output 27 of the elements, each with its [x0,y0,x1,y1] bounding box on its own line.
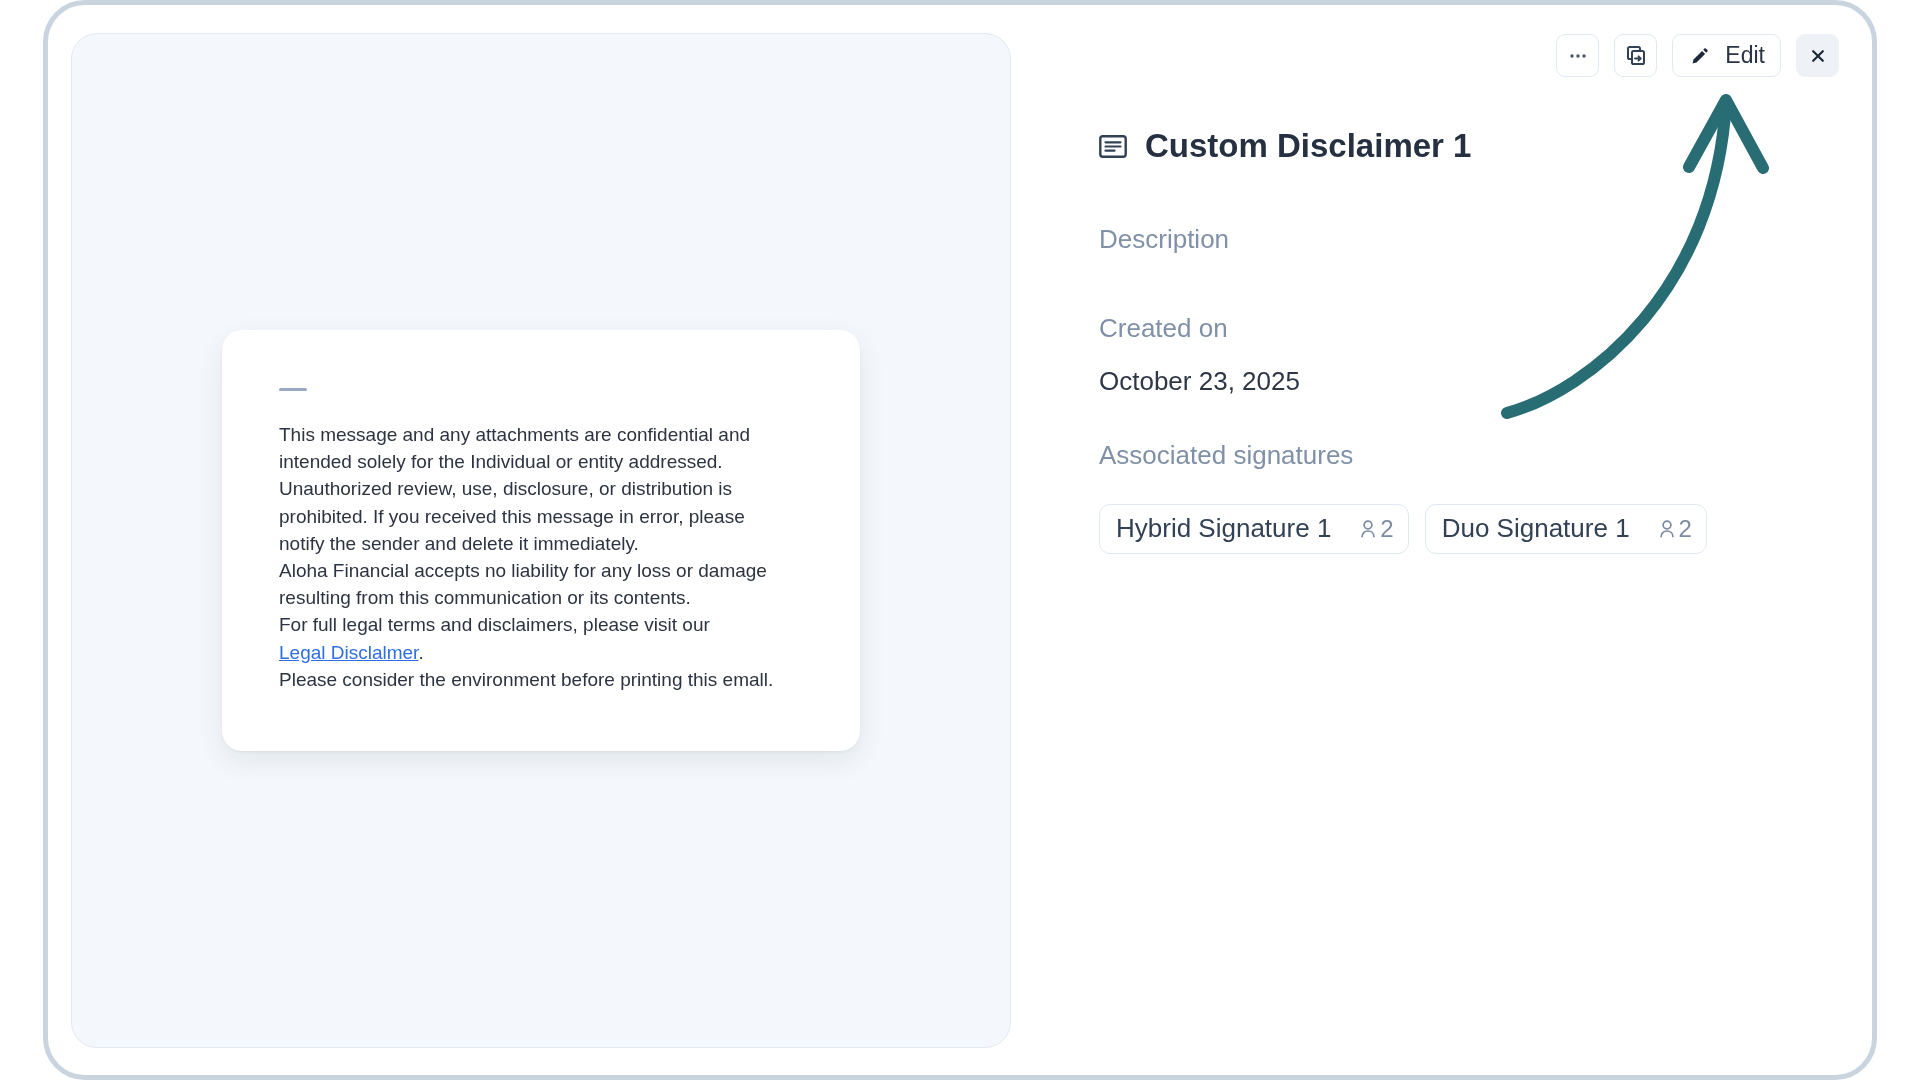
member-count: 2 [1380,514,1394,544]
ellipsis-icon [1569,53,1586,58]
disclaimer-paragraph: Please consider the environment before printing this emall. [279,667,775,692]
disclaimer-paragraph: Aloha Financial accepts no liability for any loss or damage resulting from this communication or its contents. [279,559,768,611]
disclaimer-paragraph: This message and any attachments are confidential and intended solely for the Individual or entity addressed. Unauthorized review, use, disclosure, or distribution is prohibited. If you received this message in error, please notify the sender and delete it immediately. [279,423,752,556]
signature-name: Hybrid Signature 1 [1116,513,1332,545]
duplicate-button[interactable] [1614,34,1658,77]
pencil-icon [1692,47,1709,64]
signature-name: Duo Signature 1 [1441,513,1630,545]
detail-title: Custom Disclaimer 1 [1145,126,1472,166]
edit-button[interactable]: Edit [1672,34,1781,77]
field-label: Associated signatures [1099,439,1354,472]
field-label: Description [1099,223,1230,256]
field-value: October 23, 2025 [1099,365,1300,398]
field-label: Created on [1099,312,1228,345]
copy-icon [1626,46,1645,65]
document-icon [1099,134,1127,158]
close-icon [1811,49,1824,62]
member-count: 2 [1678,514,1692,544]
person-icon [1361,520,1376,538]
disclaimer-link[interactable]: Legal Disclalmer [279,641,419,663]
signature-separator [279,388,307,391]
close-button[interactable] [1796,34,1839,77]
signature-chip[interactable]: Duo Signature 1 2 [1424,504,1707,554]
person-icon [1659,520,1674,538]
disclaimer-paragraph: For full legal terms and disclaimers, please visit our Legal Disclalmer. [279,613,711,665]
signature-chip[interactable]: Hybrid Signature 1 2 [1099,504,1409,554]
